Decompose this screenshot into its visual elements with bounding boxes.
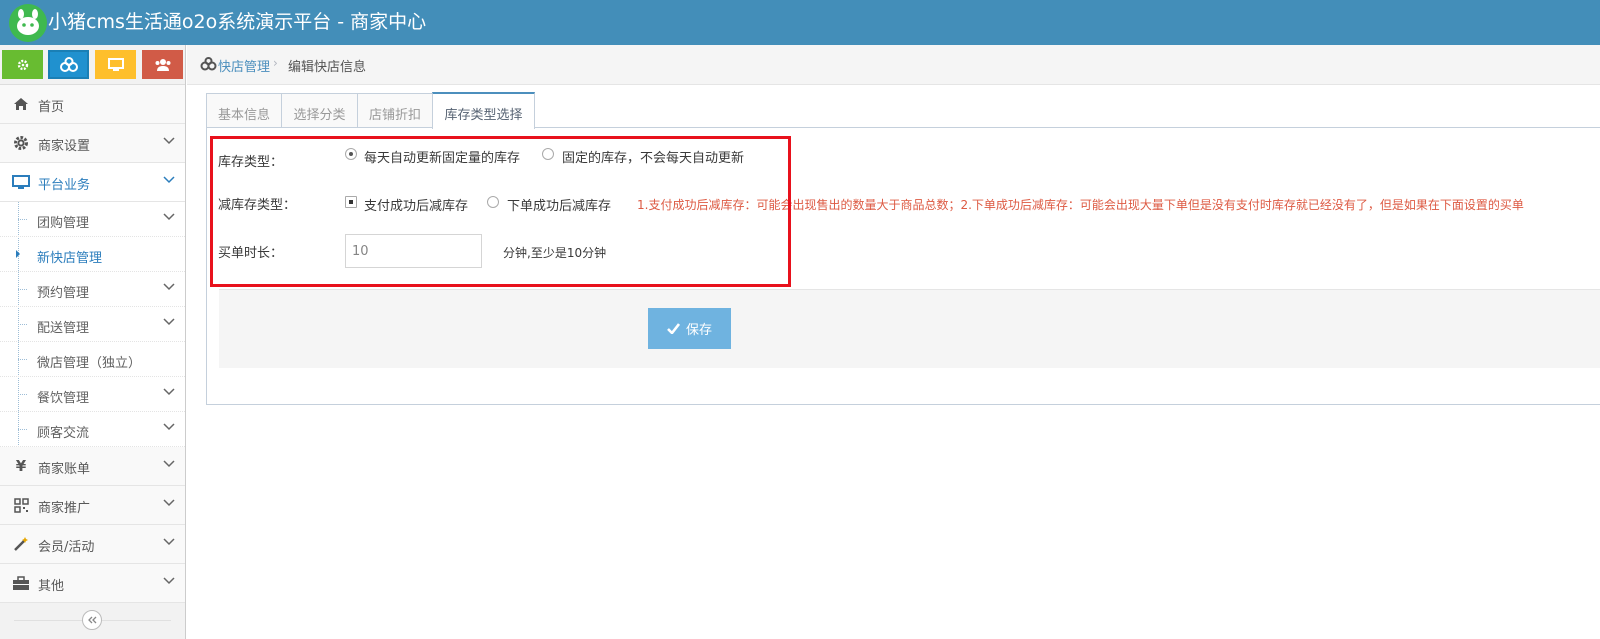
chevron-down-icon: [163, 460, 175, 468]
sidebar-item-label: 平台业务: [38, 178, 91, 193]
magic-wand-icon: [12, 536, 30, 552]
check-icon: [667, 323, 680, 334]
sidebar: 首页 商家设置 平台业务 团购管理 新快店管理 预约管理 配送管理 微店管理（独…: [0, 45, 186, 639]
tab-basic-info[interactable]: 基本信息: [206, 93, 282, 128]
sidebar-item-label: 商家设置: [38, 139, 91, 154]
desktop-icon: [107, 57, 124, 71]
sidebar-item-label: 首页: [38, 100, 65, 115]
breadcrumb-separator: ›: [273, 56, 278, 70]
desktop-icon: [12, 174, 30, 190]
submenu-item-label: 新快店管理: [37, 251, 103, 266]
sidebar-item-label: 商家推广: [38, 501, 91, 516]
double-angle-left-icon: [88, 616, 97, 624]
sidebar-item-merchant-settings[interactable]: 商家设置: [0, 124, 185, 163]
app-title: 小猪cms生活通o2o系统演示平台 - 商家中心: [48, 11, 427, 33]
sidebar-item-merchant-promotion[interactable]: 商家推广: [0, 486, 185, 525]
breadcrumb-current: 编辑快店信息: [288, 60, 367, 75]
submenu-platform-business: 团购管理 新快店管理 预约管理 配送管理 微店管理（独立） 餐饮管理 顾客交流: [0, 202, 185, 447]
breadcrumb: 快店管理 › 编辑快店信息: [187, 45, 1600, 85]
annotation-highlight-box: [210, 136, 791, 287]
sidebar-collapse-row: [0, 608, 185, 632]
submenu-item-label: 配送管理: [37, 321, 90, 336]
sidebar-item-label: 其他: [38, 579, 65, 594]
form-actions: [219, 289, 1600, 368]
sidebar-item-other[interactable]: 其他: [0, 564, 185, 603]
gear-icon: [17, 59, 28, 70]
shortcut-desktop-button[interactable]: [95, 50, 136, 79]
submenu-item-shop-management[interactable]: 新快店管理: [0, 237, 185, 272]
users-icon: [155, 58, 170, 71]
qrcode-icon: [12, 497, 30, 513]
submenu-item-catering[interactable]: 餐饮管理: [0, 377, 185, 412]
tab-stock-type[interactable]: 库存类型选择: [432, 92, 535, 129]
chevron-down-icon: [163, 538, 175, 546]
home-icon: [12, 96, 30, 112]
sidebar-item-home[interactable]: 首页: [0, 85, 185, 124]
sidebar-collapse-button[interactable]: [82, 610, 102, 630]
shortcut-gear-button[interactable]: [2, 50, 43, 79]
chevron-down-icon: [163, 176, 175, 184]
cogs-icon: [59, 56, 78, 72]
sidebar-item-members-activities[interactable]: 会员/活动: [0, 525, 185, 564]
save-button-label: 保存: [685, 323, 712, 338]
chevron-down-icon: [163, 499, 175, 507]
chevron-down-icon: [163, 577, 175, 585]
pig-logo-icon[interactable]: [9, 4, 47, 42]
shortcut-cogs-button[interactable]: [48, 50, 89, 79]
chevron-down-icon: [163, 137, 175, 145]
submenu-item-customer-communication[interactable]: 顾客交流: [0, 412, 185, 447]
cogs-icon: [200, 57, 218, 75]
submenu-item-appointment[interactable]: 预约管理: [0, 272, 185, 307]
chevron-down-icon: [163, 318, 175, 326]
submenu-item-group-buy[interactable]: 团购管理: [0, 202, 185, 237]
sidebar-item-label: 商家账单: [38, 462, 91, 477]
submenu-item-label: 团购管理: [37, 216, 90, 231]
yen-icon: ¥: [15, 457, 27, 475]
sidebar-item-merchant-bills[interactable]: ¥ 商家账单: [0, 447, 185, 486]
shortcut-users-button[interactable]: [142, 50, 183, 79]
gear-icon: [12, 135, 30, 151]
breadcrumb-link[interactable]: 快店管理: [218, 56, 270, 75]
tab-select-category[interactable]: 选择分类: [281, 93, 358, 128]
submenu-item-label: 微店管理（独立）: [37, 356, 142, 371]
chevron-down-icon: [163, 388, 175, 396]
submenu-item-label: 餐饮管理: [37, 391, 90, 406]
submenu-item-label: 顾客交流: [37, 426, 90, 441]
chevron-down-icon: [163, 423, 175, 431]
submenu-item-micro-shop[interactable]: 微店管理（独立）: [0, 342, 185, 377]
submenu-item-delivery[interactable]: 配送管理: [0, 307, 185, 342]
sidebar-shortcuts: [0, 45, 185, 85]
chevron-down-icon: [163, 283, 175, 291]
active-caret-icon: [16, 250, 20, 258]
sidebar-item-platform-business[interactable]: 平台业务: [0, 163, 185, 202]
tab-shop-discount[interactable]: 店铺折扣: [357, 93, 433, 128]
save-button[interactable]: 保存: [648, 308, 731, 349]
submenu-item-label: 预约管理: [37, 286, 90, 301]
top-navbar: 小猪cms生活通o2o系统演示平台 - 商家中心: [0, 0, 1600, 45]
sidebar-item-label: 会员/活动: [38, 540, 95, 555]
chevron-down-icon: [163, 213, 175, 221]
briefcase-icon: [12, 575, 30, 591]
